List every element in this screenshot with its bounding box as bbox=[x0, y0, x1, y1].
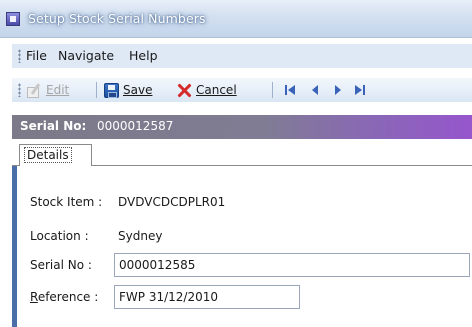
save-label: Save bbox=[123, 83, 153, 97]
reference-field[interactable]: FWP 31/12/2010 bbox=[114, 285, 300, 309]
grip-icon[interactable] bbox=[18, 83, 21, 97]
tab-details[interactable]: Details bbox=[19, 144, 92, 166]
tab-details-label: Details bbox=[24, 147, 72, 163]
toolbar-separator bbox=[272, 82, 273, 98]
serial-header-value: 0000012587 bbox=[97, 119, 174, 133]
serial-no-label: Serial No : bbox=[30, 258, 92, 272]
menu-bar: File Navigate Help bbox=[12, 44, 472, 68]
tab-strip: Details bbox=[12, 140, 472, 166]
grip-icon[interactable] bbox=[18, 49, 21, 63]
previous-record-icon[interactable] bbox=[309, 84, 321, 96]
next-record-icon[interactable] bbox=[332, 84, 344, 96]
serial-no-field[interactable]: 0000012585 bbox=[114, 253, 470, 277]
location-label: Location : bbox=[30, 229, 89, 243]
toolbar: Edit Save Cancel bbox=[12, 78, 472, 102]
reference-label-text: Reference : bbox=[30, 290, 99, 304]
cancel-icon bbox=[177, 83, 192, 98]
title-bar[interactable]: Setup Stock Serial Numbers bbox=[0, 0, 472, 38]
serial-header-label: Serial No: bbox=[20, 119, 87, 133]
edit-label: Edit bbox=[46, 83, 70, 97]
stock-item-value: DVDVCDCDPLR01 bbox=[118, 195, 226, 209]
stock-item-label: Stock Item : bbox=[30, 195, 103, 209]
panel-left-edge bbox=[12, 166, 17, 327]
window-title: Setup Stock Serial Numbers bbox=[28, 11, 206, 26]
first-record-icon[interactable] bbox=[284, 84, 296, 96]
reference-label: Reference : bbox=[30, 290, 98, 304]
cancel-button[interactable]: Cancel bbox=[177, 81, 237, 99]
edit-icon bbox=[26, 83, 42, 98]
menu-navigate[interactable]: Navigate bbox=[58, 48, 114, 63]
toolbar-separator bbox=[96, 82, 97, 98]
edit-button[interactable]: Edit bbox=[26, 81, 69, 99]
location-value: Sydney bbox=[118, 229, 163, 243]
app-icon[interactable] bbox=[6, 12, 20, 26]
menu-help[interactable]: Help bbox=[129, 48, 158, 63]
record-header: Serial No: 0000012587 bbox=[12, 115, 472, 139]
save-icon bbox=[104, 82, 119, 98]
last-record-icon[interactable] bbox=[354, 84, 366, 96]
cancel-label: Cancel bbox=[196, 83, 237, 97]
save-button[interactable]: Save bbox=[104, 81, 152, 99]
menu-file[interactable]: File bbox=[26, 48, 47, 63]
